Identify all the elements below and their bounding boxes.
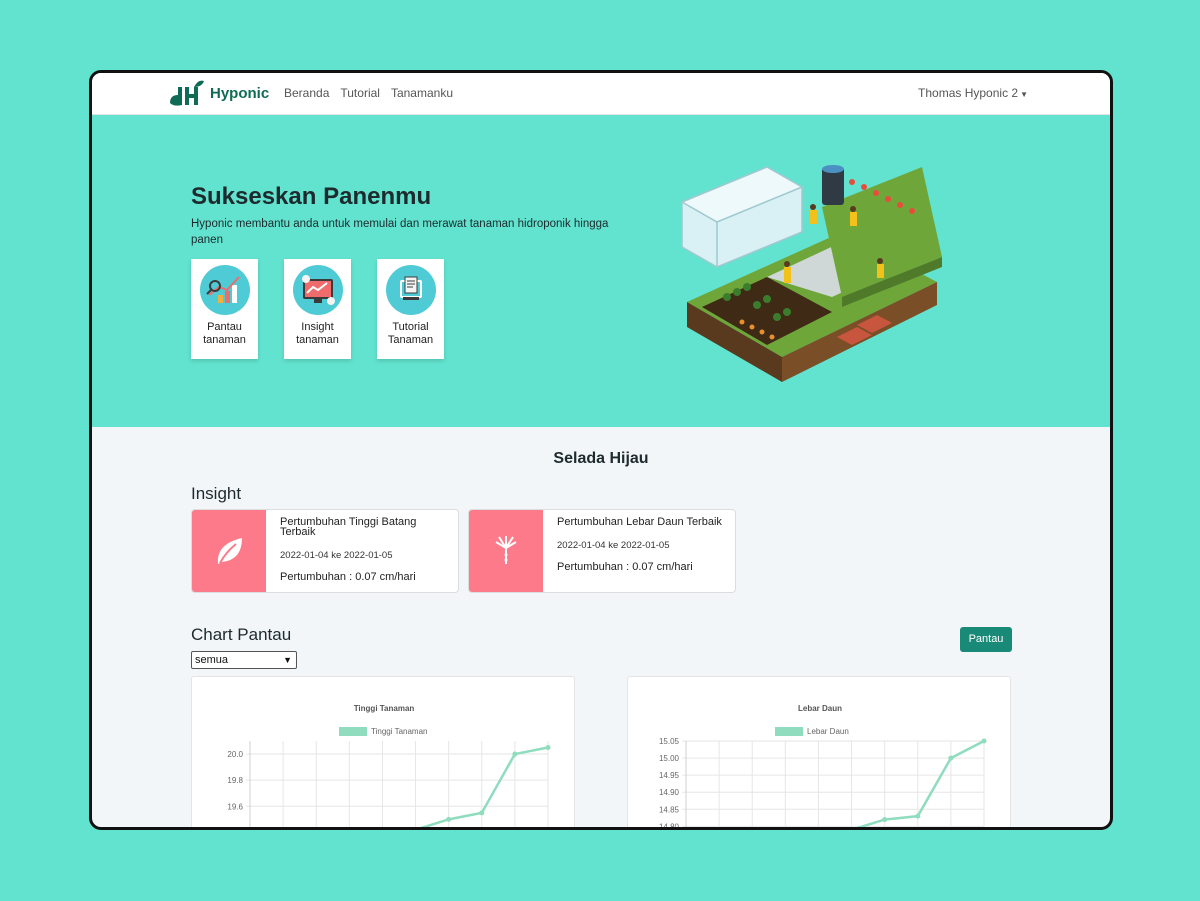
insight-growth: Pertumbuhan : 0.07 cm/hari — [280, 571, 416, 583]
nav-links: Beranda Tutorial Tanamanku — [284, 86, 453, 100]
hero-description: Hyponic membantu anda untuk memulai dan … — [191, 218, 609, 246]
insight-heading: Insight — [191, 484, 242, 503]
user-name: Thomas Hyponic 2 — [918, 86, 1019, 100]
data-point — [413, 827, 418, 830]
data-point — [981, 738, 987, 744]
nav-link-beranda[interactable]: Beranda — [284, 86, 329, 100]
chevron-down-icon: ▼ — [283, 655, 292, 665]
greenhouse-illustration — [680, 165, 942, 382]
card-label: Tutorial Tanaman — [387, 321, 434, 346]
card-insight-tanaman[interactable]: Insight tanaman — [284, 259, 351, 359]
insight-title: Pertumbuhan Tinggi Batang Terbaik — [280, 516, 417, 538]
y-tick-label: 15.05 — [659, 737, 680, 746]
data-point — [545, 745, 551, 751]
legend-label: Lebar Daun — [807, 727, 849, 736]
insight-card-tinggi: Pertumbuhan Tinggi Batang Terbaik 2022-0… — [191, 509, 459, 593]
y-tick-label: 19.8 — [227, 776, 243, 785]
chart-title: Lebar Daun — [798, 704, 842, 713]
card-tutorial-tanaman[interactable]: Tutorial Tanaman — [377, 259, 444, 359]
y-tick-label: 19.6 — [227, 802, 243, 811]
insight-title: Pertumbuhan Lebar Daun Terbaik — [557, 516, 722, 528]
chart-card-lebar: Lebar Daun Lebar Daun 15.05 15.00 14.95 14.90… — [627, 676, 1011, 830]
nav-link-tutorial[interactable]: Tutorial — [340, 86, 380, 100]
card-label: Pantau tanaman — [203, 321, 246, 346]
legend-swatch — [339, 727, 367, 736]
data-point — [479, 810, 485, 816]
filter-select[interactable]: semua ▼ — [191, 651, 297, 669]
chart-lebar-daun: Lebar Daun Lebar Daun 15.05 15.00 14.95 14.90… — [659, 704, 987, 830]
legend-swatch — [775, 727, 803, 736]
card-label: Insight tanaman — [296, 321, 339, 346]
y-tick-label: 14.80 — [659, 822, 680, 830]
plant-title: Selada Hijau — [553, 450, 649, 467]
pantau-button[interactable]: Pantau — [960, 627, 1012, 652]
y-tick-label: 14.95 — [659, 771, 680, 780]
data-point — [512, 751, 518, 757]
y-tick-label: 15.00 — [659, 754, 680, 763]
nav-link-tanamanku[interactable]: Tanamanku — [391, 86, 453, 100]
insight-card-lebar: Pertumbuhan Lebar Daun Terbaik 2022-01-0… — [468, 509, 736, 593]
insight-growth: Pertumbuhan : 0.07 cm/hari — [557, 561, 693, 573]
data-point — [446, 816, 452, 822]
hyponic-logo-icon — [170, 80, 204, 106]
app-window: Hyponic Beranda Tutorial Tanamanku Thoma… — [89, 70, 1113, 830]
card-pantau-tanaman[interactable]: Pantau tanaman — [191, 259, 258, 359]
y-tick-label: 19.4 — [227, 828, 243, 830]
hero-title: Sukseskan Panenmu — [191, 183, 432, 210]
y-tick-label: 20.0 — [227, 750, 243, 759]
navbar: Hyponic Beranda Tutorial Tanamanku Thoma… — [92, 73, 1110, 115]
y-tick-label: 14.90 — [659, 788, 680, 797]
series-line — [856, 739, 985, 827]
series-line — [420, 746, 549, 827]
insight-dates: 2022-01-04 ke 2022-01-05 — [557, 540, 670, 551]
hero-cards: Pantau tanaman Insight tanaman Tutorial … — [191, 259, 444, 359]
chart-title: Tinggi Tanaman — [354, 704, 415, 713]
data-point — [882, 817, 888, 823]
caret-down-icon: ▼ — [1020, 90, 1028, 99]
user-menu[interactable]: Thomas Hyponic 2 ▼ — [918, 86, 1028, 100]
chart-analytics-icon — [199, 265, 250, 315]
brand-name: Hyponic — [210, 84, 270, 102]
data-point — [915, 813, 921, 819]
monitor-insight-icon — [292, 265, 343, 315]
hero: Sukseskan Panenmu Hyponic membantu anda … — [92, 115, 1110, 427]
data-point — [849, 827, 854, 830]
chart-heading: Chart Pantau — [191, 625, 292, 644]
chart-card-tinggi: Tinggi Tanaman Tinggi Tanaman 20.0 19.8 19.6… — [191, 676, 575, 830]
palm-leaf-icon — [469, 510, 543, 592]
brand[interactable]: Hyponic — [168, 79, 269, 107]
data-point — [948, 755, 954, 761]
chart-tinggi-tanaman: Tinggi Tanaman Tinggi Tanaman 20.0 19.8 19.6… — [227, 704, 551, 830]
legend-label: Tinggi Tanaman — [371, 727, 427, 736]
leaf-icon — [192, 510, 266, 592]
y-tick-label: 14.85 — [659, 805, 680, 814]
select-value: semua — [195, 654, 229, 666]
insight-dates: 2022-01-04 ke 2022-01-05 — [280, 550, 393, 561]
document-tutorial-icon — [385, 265, 436, 315]
